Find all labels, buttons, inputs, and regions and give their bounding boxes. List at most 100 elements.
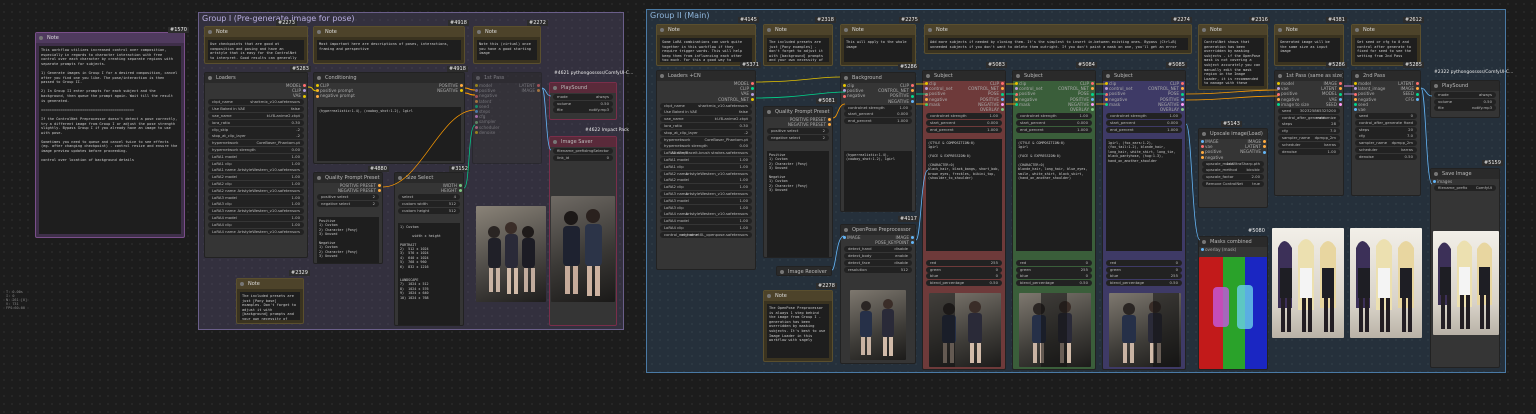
g2-note-whole-image[interactable]: Note This will apply to the whole image [840, 24, 916, 66]
widget[interactable]: clip_skip -2 [208, 126, 304, 133]
main-note-node[interactable]: Note This workflow utilizes increased co… [35, 32, 185, 238]
widget-list[interactable]: filename_prefix ImgSelector link_id 0 [550, 147, 616, 161]
output-slot[interactable] [536, 89, 540, 93]
widget[interactable]: start_percent 0.000 [1016, 119, 1092, 126]
output-slot[interactable] [1000, 87, 1004, 91]
save-image-node[interactable]: Save Image images filename_prefix ComfyUI [1430, 168, 1500, 368]
input-slot[interactable] [924, 102, 928, 106]
output-slot[interactable] [1180, 87, 1184, 91]
note-text[interactable]: The OpenPose Preprocessor is always 1 st… [767, 304, 829, 358]
output-slot[interactable] [1338, 82, 1342, 86]
second-pass-node[interactable]: 2nd Pass model LATENT latent_image IMAGE pos… [1351, 70, 1421, 196]
widget[interactable]: denoise 0.50 [1355, 153, 1417, 160]
g2-note-size[interactable]: Note Generated image will be the same si… [1274, 24, 1344, 66]
widget[interactable]: LoRA1 model 1.00 [660, 156, 752, 163]
widget[interactable]: red 0 [1106, 259, 1182, 266]
widget[interactable]: LoRA1 name ArtstyleWestern_v10.safetensor… [208, 167, 304, 174]
widget[interactable]: stop_at_clip_layer -2 [660, 129, 752, 136]
output-slot[interactable] [1090, 102, 1094, 106]
output-slot[interactable] [910, 236, 914, 240]
widget[interactable]: red 0 [1016, 259, 1092, 266]
widget[interactable]: end_percent 1.000 [844, 118, 912, 125]
input-slot[interactable] [1104, 87, 1108, 91]
widget[interactable]: volume 0.50 [1434, 98, 1496, 105]
g2-note-subjects[interactable]: Note Add more subjects if needed by clon… [924, 24, 1192, 54]
widget-list[interactable]: upscale_model 4x-UltraSharp.pth upscale_me… [1199, 160, 1267, 187]
output-slot[interactable] [1415, 82, 1419, 86]
upscale-node[interactable]: Upscale image(Load) IMAGE IMAGE vae LATENT p… [1198, 128, 1268, 208]
g1-note-poses[interactable]: Note Most important here are description… [313, 26, 465, 64]
widget[interactable]: green 0 [926, 266, 1002, 273]
widget[interactable]: LoRA1 name AddOn/Daceit-brush strokes.saf… [660, 150, 752, 157]
widget[interactable]: green 255 [1016, 266, 1092, 273]
widget-list[interactable]: ckpt_name sharkmix_v10.safetensors Use Bak… [205, 99, 307, 235]
widget[interactable]: ckpt_name sharkmix_v10.safetensors [208, 99, 304, 106]
widget[interactable]: controlnet strength 1.00 [926, 112, 1002, 119]
widget[interactable]: LoRA4 name ArtstyleWestern_v10.safetensor… [208, 228, 304, 235]
input-slot[interactable] [1276, 92, 1280, 96]
subject-node-2[interactable]: Subject clip CLIP control_net CONTROL_NET pos… [1012, 70, 1096, 370]
widget[interactable]: custom width 512 [398, 200, 460, 207]
output-slot[interactable] [302, 94, 306, 98]
input-slot[interactable] [1104, 92, 1108, 96]
g2-quality-preset-node[interactable]: Quality Prompt Preset POSITIVE PRESET NEG… [763, 106, 833, 258]
input-slot[interactable] [1276, 102, 1280, 106]
input-slot[interactable] [842, 236, 846, 240]
g1-playsound-node[interactable]: PlaySound mode always volume 0.50 file notify… [549, 82, 617, 120]
widget-list[interactable]: select 4 custom width 512 custom height 512 [395, 194, 463, 214]
g2-note-openpose[interactable]: Note The OpenPose Preprocessor is always… [763, 290, 833, 362]
input-slot[interactable] [1353, 82, 1357, 86]
widget[interactable]: upscale_model 4x-UltraSharp.pth [1202, 160, 1264, 167]
output-slot[interactable] [910, 99, 914, 103]
widget-list[interactable]: controlnet strength 1.00 start_percent 0.00… [923, 112, 1005, 133]
output-slot[interactable] [910, 94, 914, 98]
input-slot[interactable] [924, 92, 928, 96]
widget[interactable]: file notify.mp3 [553, 107, 613, 114]
widget-list[interactable]: controlnet strength 1.00 start_percent 0.00… [841, 104, 915, 125]
input-slot[interactable] [474, 99, 478, 103]
output-slot[interactable] [1415, 87, 1419, 91]
input-slot[interactable] [315, 84, 319, 88]
input-slot[interactable] [1353, 102, 1357, 106]
output-slot[interactable] [1338, 87, 1342, 91]
input-slot[interactable] [1276, 82, 1280, 86]
widget[interactable]: filename_prefix ImgSelector [553, 147, 613, 154]
input-slot[interactable] [842, 89, 846, 93]
widget[interactable]: LoRA3 name ArtstyleWestern_v10.safetensor… [208, 208, 304, 215]
output-slot[interactable] [1180, 97, 1184, 101]
g1-ksampler-node[interactable]: 1st Pass model LATENT positive IMAGE negativ… [472, 72, 542, 164]
widget[interactable]: LoRA3 clip 1.00 [660, 204, 752, 211]
input-slot[interactable] [1200, 145, 1204, 149]
input-slot[interactable] [1104, 82, 1108, 86]
widget[interactable]: scheduler karras [1355, 146, 1417, 153]
widget[interactable]: blue 0 [926, 273, 1002, 280]
input-slot[interactable] [474, 89, 478, 93]
widget[interactable]: end_percent 1.000 [926, 126, 1002, 133]
widget[interactable]: volume 0.50 [553, 100, 613, 107]
output-slot[interactable] [1262, 150, 1266, 154]
overlay-color-widgets[interactable]: red 0 green 255 blue 0 blend_percentage 0.50 [1013, 259, 1095, 287]
subject-prompt-textarea[interactable]: 1girl, (fox_ears:1.2), (fox_tail:1.2), b… [1106, 139, 1182, 251]
input-slot[interactable] [1353, 108, 1357, 112]
widget[interactable]: LoRA1 clip 1.00 [208, 160, 304, 167]
output-slot[interactable] [750, 82, 754, 86]
overlay-color-widgets[interactable]: red 255 green 0 blue 0 blend_percentage 0.50 [923, 259, 1005, 287]
output-slot[interactable] [1262, 140, 1266, 144]
widget[interactable]: link_id 0 [553, 154, 613, 161]
widget-list[interactable]: positive select 2 negative select 2 [314, 194, 382, 207]
widget[interactable]: scheduler karras [1278, 141, 1340, 148]
widget-list[interactable]: positive select 2 negative select 2 [764, 128, 832, 141]
widget[interactable]: stop_at_clip_layer -2 [208, 133, 304, 140]
widget-list[interactable]: ckpt_name sharkmix_v10.safetensors Use Bak… [657, 102, 755, 238]
input-slot[interactable] [1200, 155, 1204, 159]
note-text[interactable]: Add more subjects if needed by cloning t… [928, 38, 1188, 50]
note-text[interactable]: Some LoRA combinations can work quite to… [660, 38, 752, 62]
output-slot[interactable] [1000, 82, 1004, 86]
output-slot[interactable] [1180, 92, 1184, 96]
input-slot[interactable] [315, 94, 319, 98]
widget[interactable]: upscale_factor 2.00 [1202, 174, 1264, 181]
widget[interactable]: controlnet strength 1.00 [844, 104, 912, 111]
widget[interactable]: LoRA2 model 1.00 [660, 177, 752, 184]
widget[interactable]: controlnet strength 1.00 [1106, 112, 1182, 119]
widget[interactable]: Remove ControlNet true [1202, 180, 1264, 187]
